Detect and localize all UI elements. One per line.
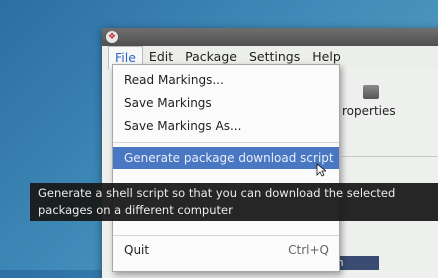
tooltip: Generate a shell script so that you can … xyxy=(30,183,438,221)
menu-item-label: Read Markings... xyxy=(124,73,224,87)
menu-item-save-markings-as[interactable]: Save Markings As... xyxy=(113,115,339,137)
menu-item-save-markings[interactable]: Save Markings xyxy=(113,92,339,114)
toolbar-divider xyxy=(342,156,438,157)
toolbar: roperties xyxy=(342,68,438,158)
menu-separator xyxy=(113,235,339,236)
menu-item-quit[interactable]: Quit Ctrl+Q xyxy=(113,239,339,261)
menu-item-label: Quit xyxy=(124,243,150,257)
mouse-pointer-icon xyxy=(316,163,326,177)
properties-icon[interactable] xyxy=(363,85,379,99)
menu-separator xyxy=(113,142,339,143)
app-icon: ❖ xyxy=(106,31,118,43)
menu-item-read-markings[interactable]: Read Markings... xyxy=(113,69,339,91)
title-bar[interactable]: ❖ xyxy=(102,28,438,46)
menu-item-label: Save Markings xyxy=(124,96,212,110)
menu-item-label: Save Markings As... xyxy=(124,119,242,133)
tooltip-text: Generate a shell script so that you can … xyxy=(38,186,396,217)
file-menu-dropdown: Read Markings... Save Markings Save Mark… xyxy=(112,64,340,272)
menu-item-label: Generate package download script xyxy=(124,151,334,165)
properties-button-label[interactable]: roperties xyxy=(342,104,396,118)
menu-item-generate-download-script[interactable]: Generate package download script xyxy=(113,147,339,169)
menu-item-shortcut: Ctrl+Q xyxy=(288,243,329,257)
